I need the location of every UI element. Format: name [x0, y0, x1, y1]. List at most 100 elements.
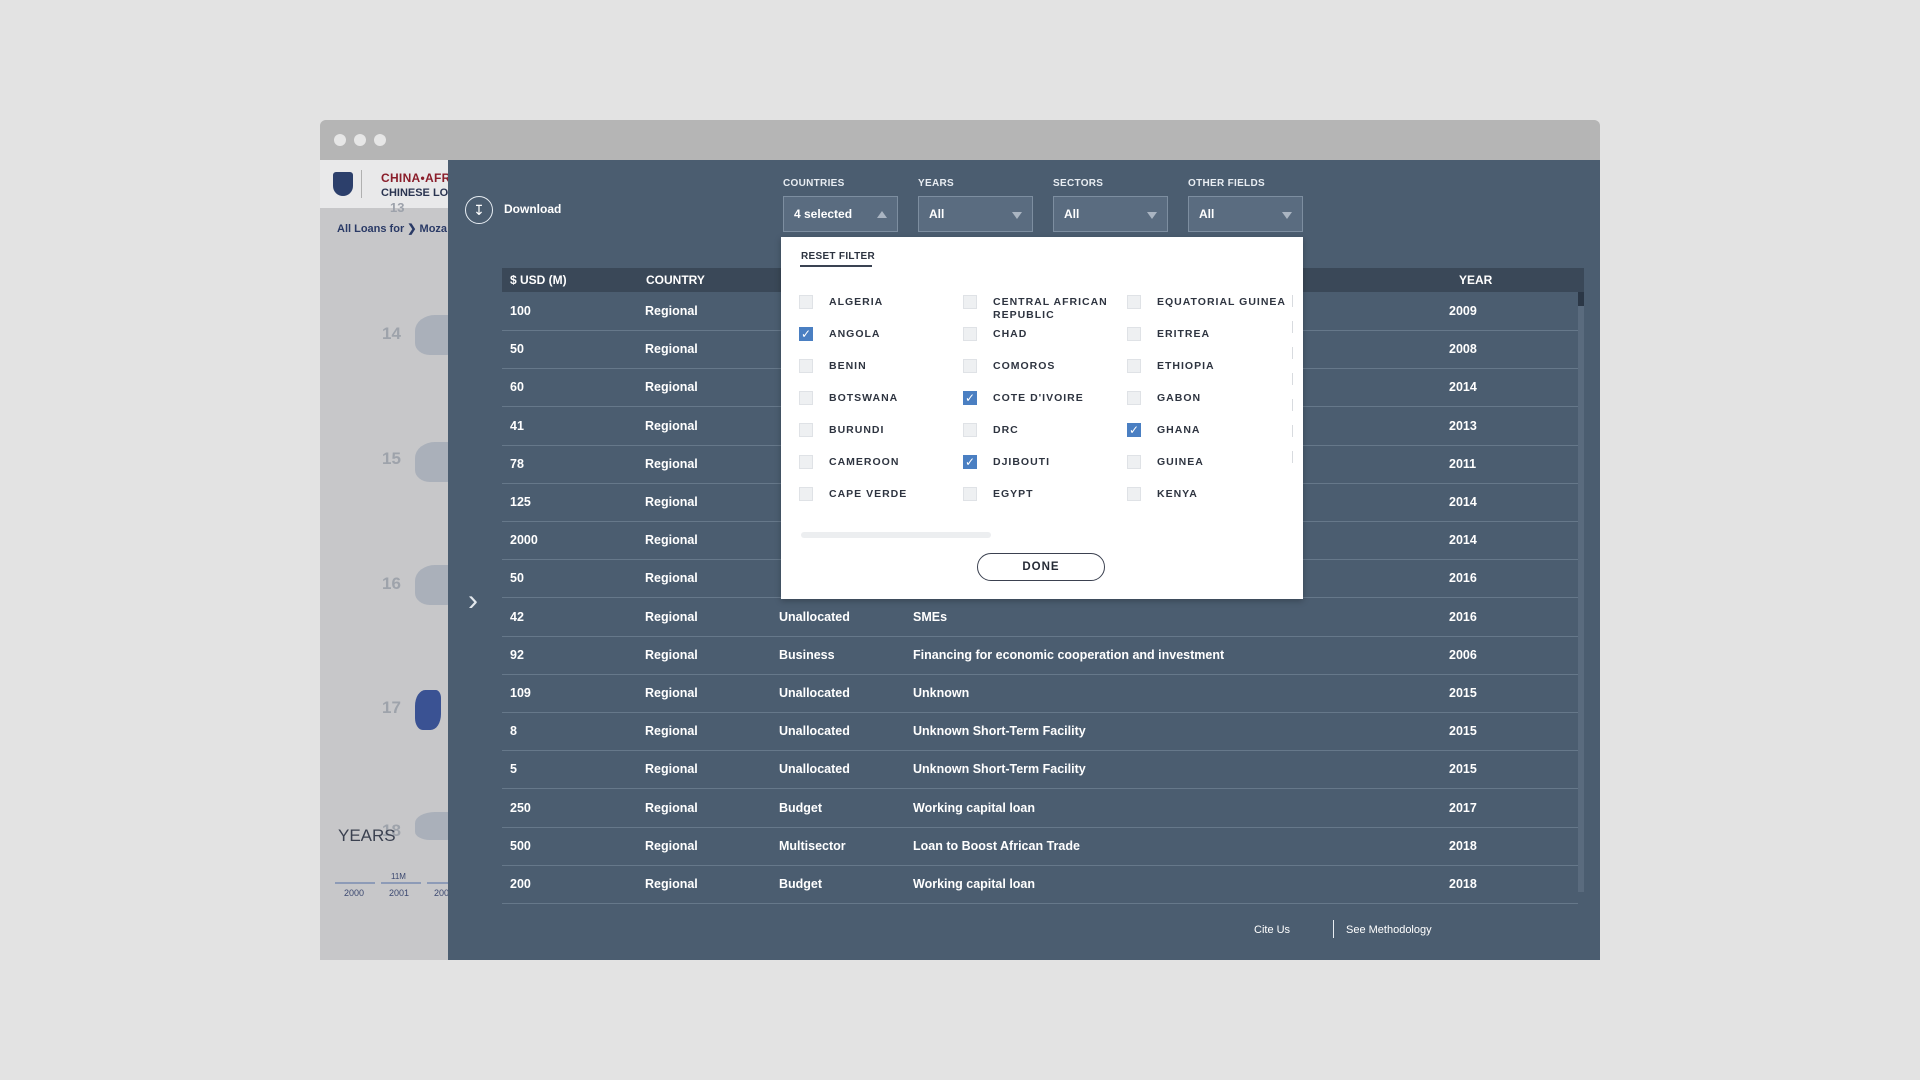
country-option[interactable]: EGYPT	[963, 485, 1123, 509]
country-option[interactable]: CAPE VERDE	[799, 485, 959, 509]
country-option[interactable]: GABON	[1127, 389, 1287, 413]
checkbox-checked-icon[interactable]: ✓	[1127, 423, 1141, 437]
table-row[interactable]: 92 Regional Business Financing for economic…	[502, 636, 1578, 675]
country-option[interactable]: ✓ COTE D'IVOIRE	[963, 389, 1123, 413]
country-option-label: BENIN	[829, 360, 867, 372]
app-header: CHINA•AFR CHINESE LO	[320, 160, 448, 208]
country-option[interactable]: ETHIOPIA	[1127, 357, 1287, 381]
year-bar[interactable]	[427, 882, 448, 884]
country-option-label: BURUNDI	[829, 424, 885, 436]
country-option[interactable]: ERITREA	[1127, 325, 1287, 349]
cell-description: Unknown	[913, 686, 970, 700]
table-row[interactable]: 8 Regional Unallocated Unknown Short-Term F…	[502, 712, 1578, 752]
country-option[interactable]: KENYA	[1127, 485, 1287, 509]
map-thumbnail	[415, 442, 448, 482]
country-option[interactable]: BENIN	[799, 357, 959, 381]
sais-logo-icon	[333, 172, 353, 196]
done-button[interactable]: DONE	[977, 553, 1105, 581]
cite-us-link[interactable]: Cite Us	[1254, 924, 1290, 936]
country-option[interactable]: EQUATORIAL GUINEA	[1127, 293, 1287, 317]
scroll-edge	[1292, 321, 1293, 333]
countries-filter-select[interactable]: 4 selected	[783, 196, 898, 232]
country-option[interactable]: ✓ DJIBOUTI	[963, 453, 1123, 477]
cell-country: Regional	[645, 762, 698, 777]
checkbox-icon[interactable]	[799, 391, 813, 405]
other-fields-filter-select[interactable]: All	[1188, 196, 1303, 232]
column-header-usd[interactable]: $ USD (M)	[510, 273, 567, 287]
cell-year: 2014	[1449, 533, 1477, 548]
cell-country: Regional	[645, 380, 698, 395]
checkbox-checked-icon[interactable]: ✓	[799, 327, 813, 341]
methodology-link[interactable]: See Methodology	[1346, 924, 1432, 936]
country-option[interactable]: DRC	[963, 421, 1123, 445]
years-filter-value: All	[929, 207, 945, 221]
cell-country: Regional	[645, 686, 698, 700]
download-button[interactable]: Download	[504, 202, 561, 216]
checkbox-icon[interactable]	[1127, 295, 1141, 309]
years-filter-select[interactable]: All	[918, 196, 1033, 232]
column-header-year[interactable]: YEAR	[1459, 273, 1492, 287]
year-number: 14	[382, 324, 401, 343]
cell-usd: 8	[510, 724, 517, 739]
cell-country: Regional	[645, 495, 698, 509]
country-option[interactable]: ALGERIA	[799, 293, 959, 317]
table-row[interactable]: 5 Regional Unallocated Unknown Short-Term F…	[502, 750, 1578, 790]
cell-usd: 500	[510, 838, 531, 853]
checkbox-icon[interactable]	[799, 487, 813, 501]
country-option[interactable]: CAMEROON	[799, 453, 959, 477]
table-row[interactable]: 109 Regional Unallocated Unknown 2015	[502, 674, 1578, 713]
window-minimize-dot[interactable]	[354, 134, 366, 146]
country-option[interactable]: COMOROS	[963, 357, 1123, 381]
checkbox-checked-icon[interactable]: ✓	[963, 455, 977, 469]
checkbox-icon[interactable]	[799, 295, 813, 309]
checkbox-icon[interactable]	[1127, 487, 1141, 501]
breadcrumb[interactable]: All Loans for ❯ Moza	[337, 222, 447, 235]
map-thumbnail-highlighted	[415, 690, 441, 730]
checkbox-icon[interactable]	[1127, 391, 1141, 405]
checkbox-icon[interactable]	[963, 423, 977, 437]
table-scrollbar-thumb[interactable]	[1578, 292, 1584, 306]
window-close-dot[interactable]	[334, 134, 346, 146]
table-scrollbar[interactable]	[1578, 292, 1584, 892]
other-fields-filter-value: All	[1199, 207, 1215, 221]
year-bar[interactable]	[381, 882, 421, 884]
checkbox-icon[interactable]	[1127, 455, 1141, 469]
table-row[interactable]: 500 Regional Multisector Loan to Boost Afri…	[502, 827, 1578, 866]
checkbox-icon[interactable]	[1127, 327, 1141, 341]
cell-usd: 109	[510, 686, 531, 700]
table-row[interactable]: 250 Regional Budget Working capital loan 201…	[502, 789, 1578, 828]
brand-subtitle: CHINESE LO	[381, 187, 448, 199]
cell-sector: Unallocated	[779, 724, 850, 739]
cell-country: Regional	[645, 647, 698, 662]
country-option[interactable]: CHAD	[963, 325, 1123, 349]
country-option[interactable]: BURUNDI	[799, 421, 959, 445]
dropdown-horizontal-scrollbar[interactable]	[801, 532, 991, 538]
download-icon[interactable]: ↧	[465, 196, 493, 224]
cell-description: Working capital loan	[913, 800, 1036, 815]
checkbox-icon[interactable]	[799, 423, 813, 437]
column-header-country[interactable]: COUNTRY	[646, 273, 705, 287]
checkbox-icon[interactable]	[1127, 359, 1141, 373]
checkbox-checked-icon[interactable]: ✓	[963, 391, 977, 405]
sectors-filter-select[interactable]: All	[1053, 196, 1168, 232]
cell-country: Regional	[645, 571, 698, 586]
year-bar[interactable]	[335, 882, 375, 884]
checkbox-icon[interactable]	[963, 487, 977, 501]
checkbox-icon[interactable]	[963, 295, 977, 309]
country-option[interactable]: BOTSWANA	[799, 389, 959, 413]
window-maximize-dot[interactable]	[374, 134, 386, 146]
country-option[interactable]: ✓ ANGOLA	[799, 325, 959, 349]
cell-country: Regional	[645, 609, 698, 624]
cell-year: 2016	[1449, 571, 1477, 586]
checkbox-icon[interactable]	[799, 359, 813, 373]
chevron-right-icon[interactable]: ›	[468, 586, 478, 616]
table-row[interactable]: 200 Regional Budget Working capital loan 201…	[502, 865, 1578, 904]
checkbox-icon[interactable]	[963, 327, 977, 341]
country-option[interactable]: CENTRAL AFRICAN REPUBLIC	[963, 293, 1123, 321]
country-option[interactable]: ✓ GHANA	[1127, 421, 1287, 445]
country-option[interactable]: GUINEA	[1127, 453, 1287, 477]
table-row[interactable]: 42 Regional Unallocated SMEs 2016	[502, 598, 1578, 637]
reset-filter-button[interactable]: RESET FILTER	[801, 251, 875, 262]
checkbox-icon[interactable]	[963, 359, 977, 373]
checkbox-icon[interactable]	[799, 455, 813, 469]
